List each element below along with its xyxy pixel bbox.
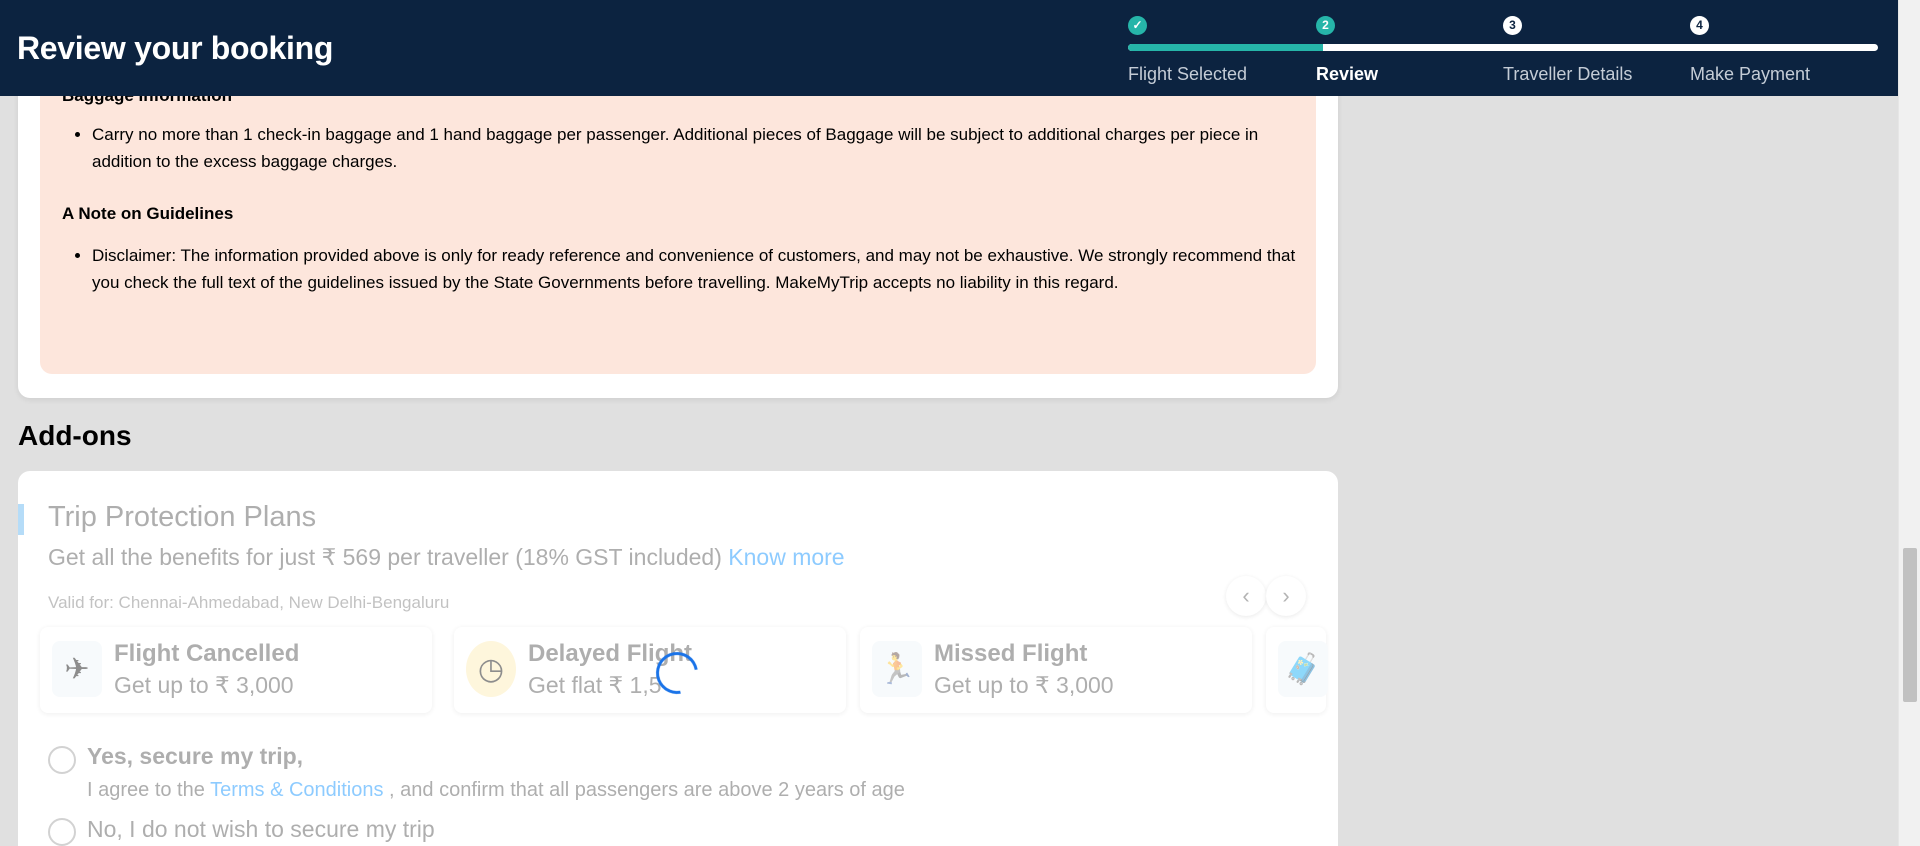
- trip-protection-title: Trip Protection Plans: [48, 501, 317, 533]
- important-info-card: Baggage Information Carry no more than 1…: [18, 60, 1338, 398]
- carousel-prev-button[interactable]: ‹: [1226, 576, 1266, 616]
- list-item: Carry no more than 1 check-in baggage an…: [92, 121, 1312, 175]
- cancelled-plane-icon: ✈: [52, 641, 102, 697]
- step-label: Make Payment: [1690, 64, 1811, 84]
- terms-agreement-text: I agree to the Terms & Conditions , and …: [87, 779, 905, 802]
- valid-for-text: Valid for: Chennai-Ahmedabad, New Delhi-…: [48, 593, 450, 612]
- agree-suffix: , and confirm that all passengers are ab…: [389, 779, 905, 801]
- clock-icon: ◷: [466, 641, 516, 697]
- step-flight-selected: ✓ Flight Selected: [1128, 16, 1247, 84]
- benefit-value: Get up to ₹ 3,000: [934, 672, 1114, 698]
- important-info-box: Baggage Information Carry no more than 1…: [40, 60, 1316, 374]
- list-item: Disclaimer: The information provided abo…: [92, 242, 1312, 296]
- know-more-link[interactable]: Know more: [728, 544, 844, 570]
- step-check-icon: ✓: [1128, 16, 1147, 35]
- subtitle-text: Get all the benefits for just ₹ 569 per …: [48, 544, 722, 570]
- step-label: Traveller Details: [1503, 64, 1633, 84]
- accent-bar: [18, 504, 24, 535]
- step-number: 3: [1503, 16, 1522, 35]
- guidelines-heading: A Note on Guidelines: [62, 204, 234, 223]
- step-number: 4: [1690, 16, 1709, 35]
- agree-prefix: I agree to the: [87, 779, 205, 801]
- scrollbar-thumb[interactable]: [1903, 548, 1917, 702]
- benefit-card-delayed-flight: ◷ Delayed Flight Get flat ₹ 1,5: [454, 627, 846, 713]
- benefit-card-flight-cancelled: ✈ Flight Cancelled Get up to ₹ 3,000: [40, 627, 432, 713]
- page-header: Review your booking ✓ Flight Selected 2 …: [0, 0, 1898, 96]
- secure-trip-no-radio[interactable]: [48, 818, 76, 846]
- benefit-value: Get flat ₹ 1,5: [528, 672, 662, 698]
- benefit-value: Get up to ₹ 3,000: [114, 672, 294, 698]
- step-label: Review: [1316, 64, 1379, 84]
- trip-protection-subtitle: Get all the benefits for just ₹ 569 per …: [48, 544, 845, 571]
- benefit-card-missed-flight: 🏃 Missed Flight Get up to ₹ 3,000: [860, 627, 1252, 713]
- benefit-title: Missed Flight: [934, 640, 1088, 667]
- terms-conditions-link[interactable]: Terms & Conditions: [210, 779, 383, 801]
- running-traveller-icon: 🏃: [872, 641, 922, 697]
- secure-trip-no-label[interactable]: No, I do not wish to secure my trip: [87, 816, 435, 843]
- booking-progress-fill: [1128, 44, 1323, 51]
- guidelines-list: Disclaimer: The information provided abo…: [92, 242, 1312, 296]
- benefit-title: Flight Cancelled: [114, 640, 300, 667]
- page-title: Review your booking: [17, 30, 334, 66]
- luggage-icon: 🧳: [1278, 641, 1328, 697]
- step-make-payment: 4 Make Payment: [1690, 16, 1810, 84]
- page-scrollbar[interactable]: [1898, 0, 1920, 846]
- chevron-right-icon: ›: [1282, 583, 1290, 608]
- chevron-left-icon: ‹: [1242, 583, 1250, 608]
- addons-section-title: Add-ons: [18, 420, 132, 451]
- secure-trip-yes-radio[interactable]: [48, 746, 76, 774]
- secure-trip-yes-label[interactable]: Yes, secure my trip,: [87, 743, 303, 770]
- step-label: Flight Selected: [1128, 64, 1248, 84]
- carousel-next-button[interactable]: ›: [1266, 576, 1306, 616]
- step-number: 2: [1316, 16, 1335, 35]
- step-traveller-details: 3 Traveller Details: [1503, 16, 1632, 84]
- step-review: 2 Review: [1316, 16, 1378, 84]
- booking-progress-track: [1128, 44, 1878, 51]
- baggage-list: Carry no more than 1 check-in baggage an…: [92, 121, 1312, 175]
- benefit-card-partial: 🧳: [1266, 627, 1328, 713]
